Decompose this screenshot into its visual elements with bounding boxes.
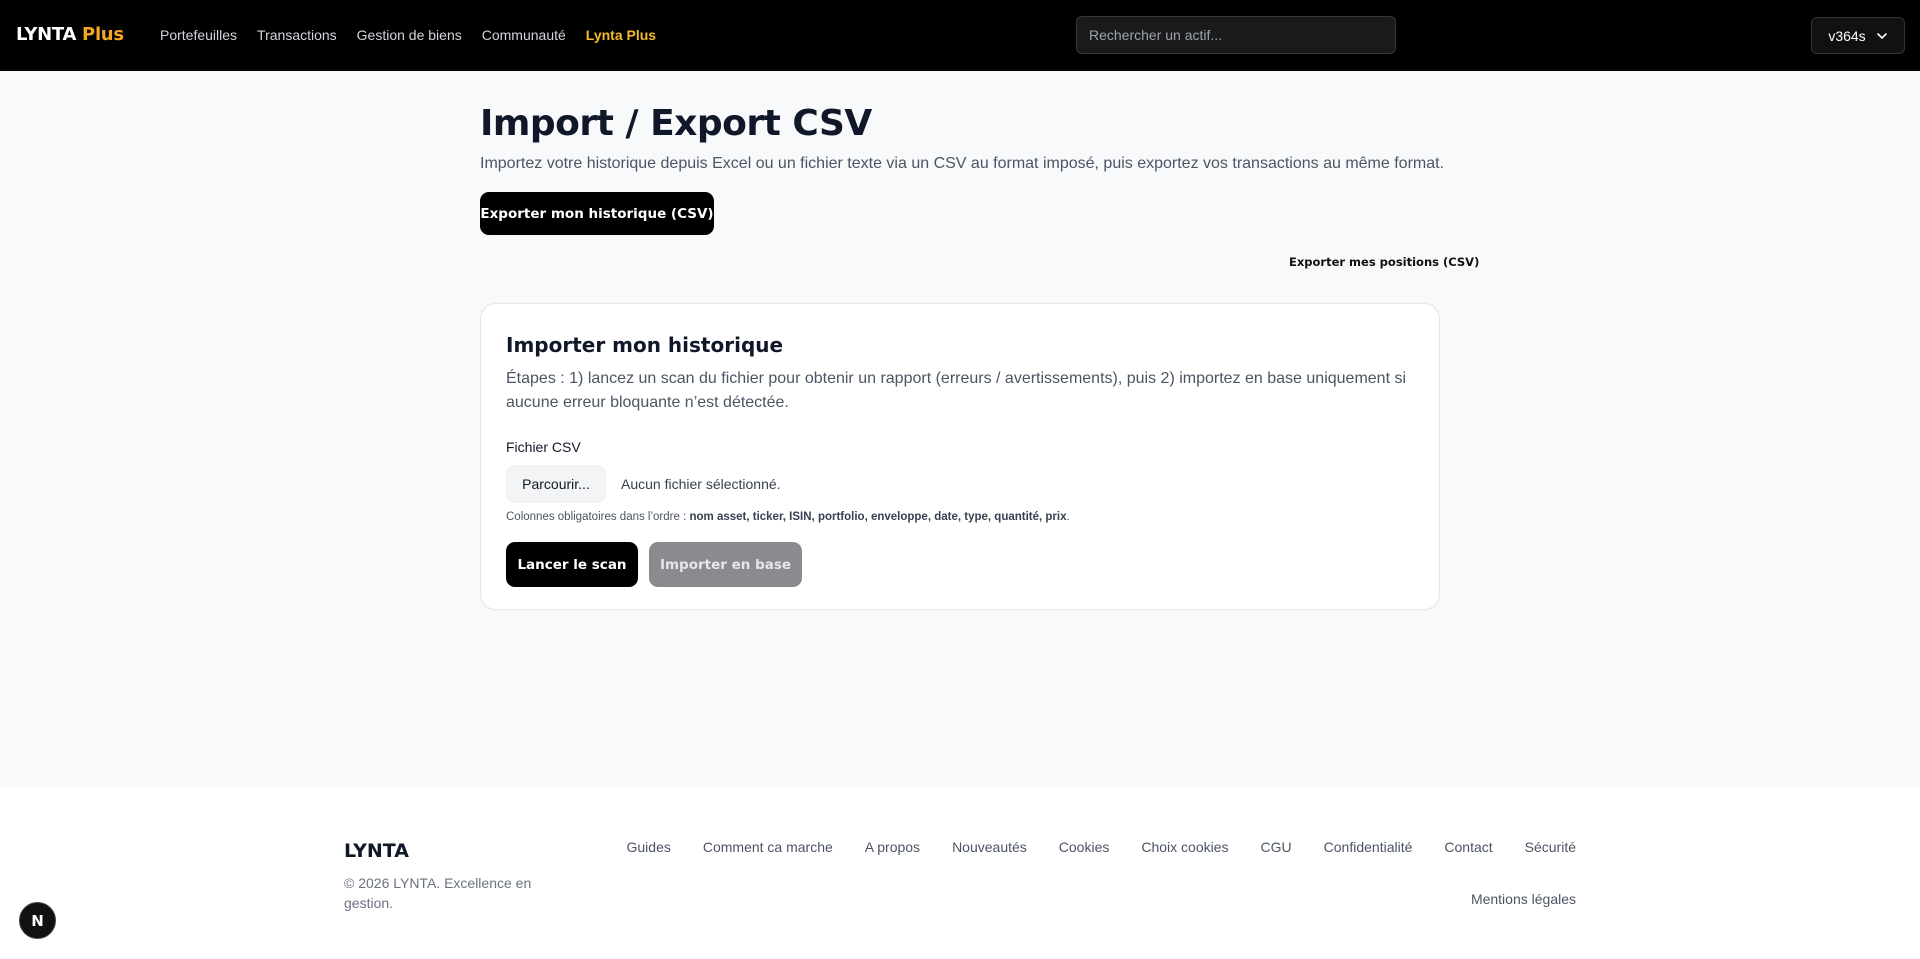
footer-link-a-propos[interactable]: A propos: [865, 839, 920, 855]
user-menu-button[interactable]: v364s: [1811, 17, 1905, 54]
export-history-button[interactable]: Exporter mon historique (CSV): [480, 192, 714, 235]
chevron-down-icon: [1876, 32, 1887, 39]
footer-link-cookies[interactable]: Cookies: [1059, 839, 1110, 855]
footer-link-contact[interactable]: Contact: [1444, 839, 1492, 855]
top-navbar: LYNTA Plus Portefeuilles Transactions Ge…: [0, 0, 1920, 71]
csv-file-label: Fichier CSV: [506, 439, 581, 455]
brand-plus: Plus: [82, 24, 124, 45]
brand-name: LYNTA: [16, 24, 77, 45]
footer-link-comment-ca-marche[interactable]: Comment ca marche: [703, 839, 833, 855]
footer-link-confidentialite[interactable]: Confidentialité: [1324, 839, 1413, 855]
required-columns-suffix: .: [1066, 511, 1070, 523]
footer-link-nouveautes[interactable]: Nouveautés: [952, 839, 1027, 855]
footer-link-mentions-legales[interactable]: Mentions légales: [1471, 891, 1576, 907]
file-status: Aucun fichier sélectionné.: [621, 476, 781, 492]
main-nav: Portefeuilles Transactions Gestion de bi…: [160, 27, 676, 43]
search-input[interactable]: [1076, 16, 1396, 54]
footer-copyright: © 2026 LYNTA. Excellence en gestion.: [344, 875, 532, 911]
footer-link-choix-cookies[interactable]: Choix cookies: [1141, 839, 1228, 855]
import-card: Importer mon historique Étapes : 1) lanc…: [480, 303, 1440, 610]
required-columns-note: Colonnes obligatoires dans l’ordre : nom…: [506, 511, 1070, 523]
footer-links: Guides Comment ca marche A propos Nouvea…: [627, 839, 1577, 855]
dev-tools-badge[interactable]: N: [19, 902, 56, 939]
required-columns-prefix: Colonnes obligatoires dans l’ordre :: [506, 511, 690, 523]
nav-communaute[interactable]: Communauté: [482, 27, 566, 43]
required-columns-list: nom asset, ticker, ISIN, portfolio, enve…: [689, 511, 1067, 523]
footer-link-securite[interactable]: Sécurité: [1525, 839, 1576, 855]
nav-transactions[interactable]: Transactions: [257, 27, 337, 43]
footer-brand: LYNTA: [344, 840, 409, 862]
import-button[interactable]: Importer en base: [649, 542, 802, 587]
nav-portefeuilles[interactable]: Portefeuilles: [160, 27, 237, 43]
brand-logo[interactable]: LYNTA Plus: [16, 24, 124, 45]
import-card-title: Importer mon historique: [506, 333, 784, 357]
export-positions-link[interactable]: Exporter mes positions (CSV): [1289, 255, 1479, 269]
nav-lynta-plus[interactable]: Lynta Plus: [586, 27, 656, 43]
scan-button[interactable]: Lancer le scan: [506, 542, 638, 587]
page-title: Import / Export CSV: [480, 103, 872, 144]
footer-link-cgu[interactable]: CGU: [1261, 839, 1292, 855]
footer-link-guides[interactable]: Guides: [627, 839, 671, 855]
browse-file-button[interactable]: Parcourir...: [506, 465, 606, 503]
page-description: Importez votre historique depuis Excel o…: [480, 155, 1445, 172]
site-footer: LYNTA © 2026 LYNTA. Excellence en gestio…: [0, 787, 1920, 959]
user-label: v364s: [1828, 27, 1866, 44]
nav-gestion-de-biens[interactable]: Gestion de biens: [357, 27, 462, 43]
import-card-description: Étapes : 1) lancez un scan du fichier po…: [506, 370, 1407, 411]
